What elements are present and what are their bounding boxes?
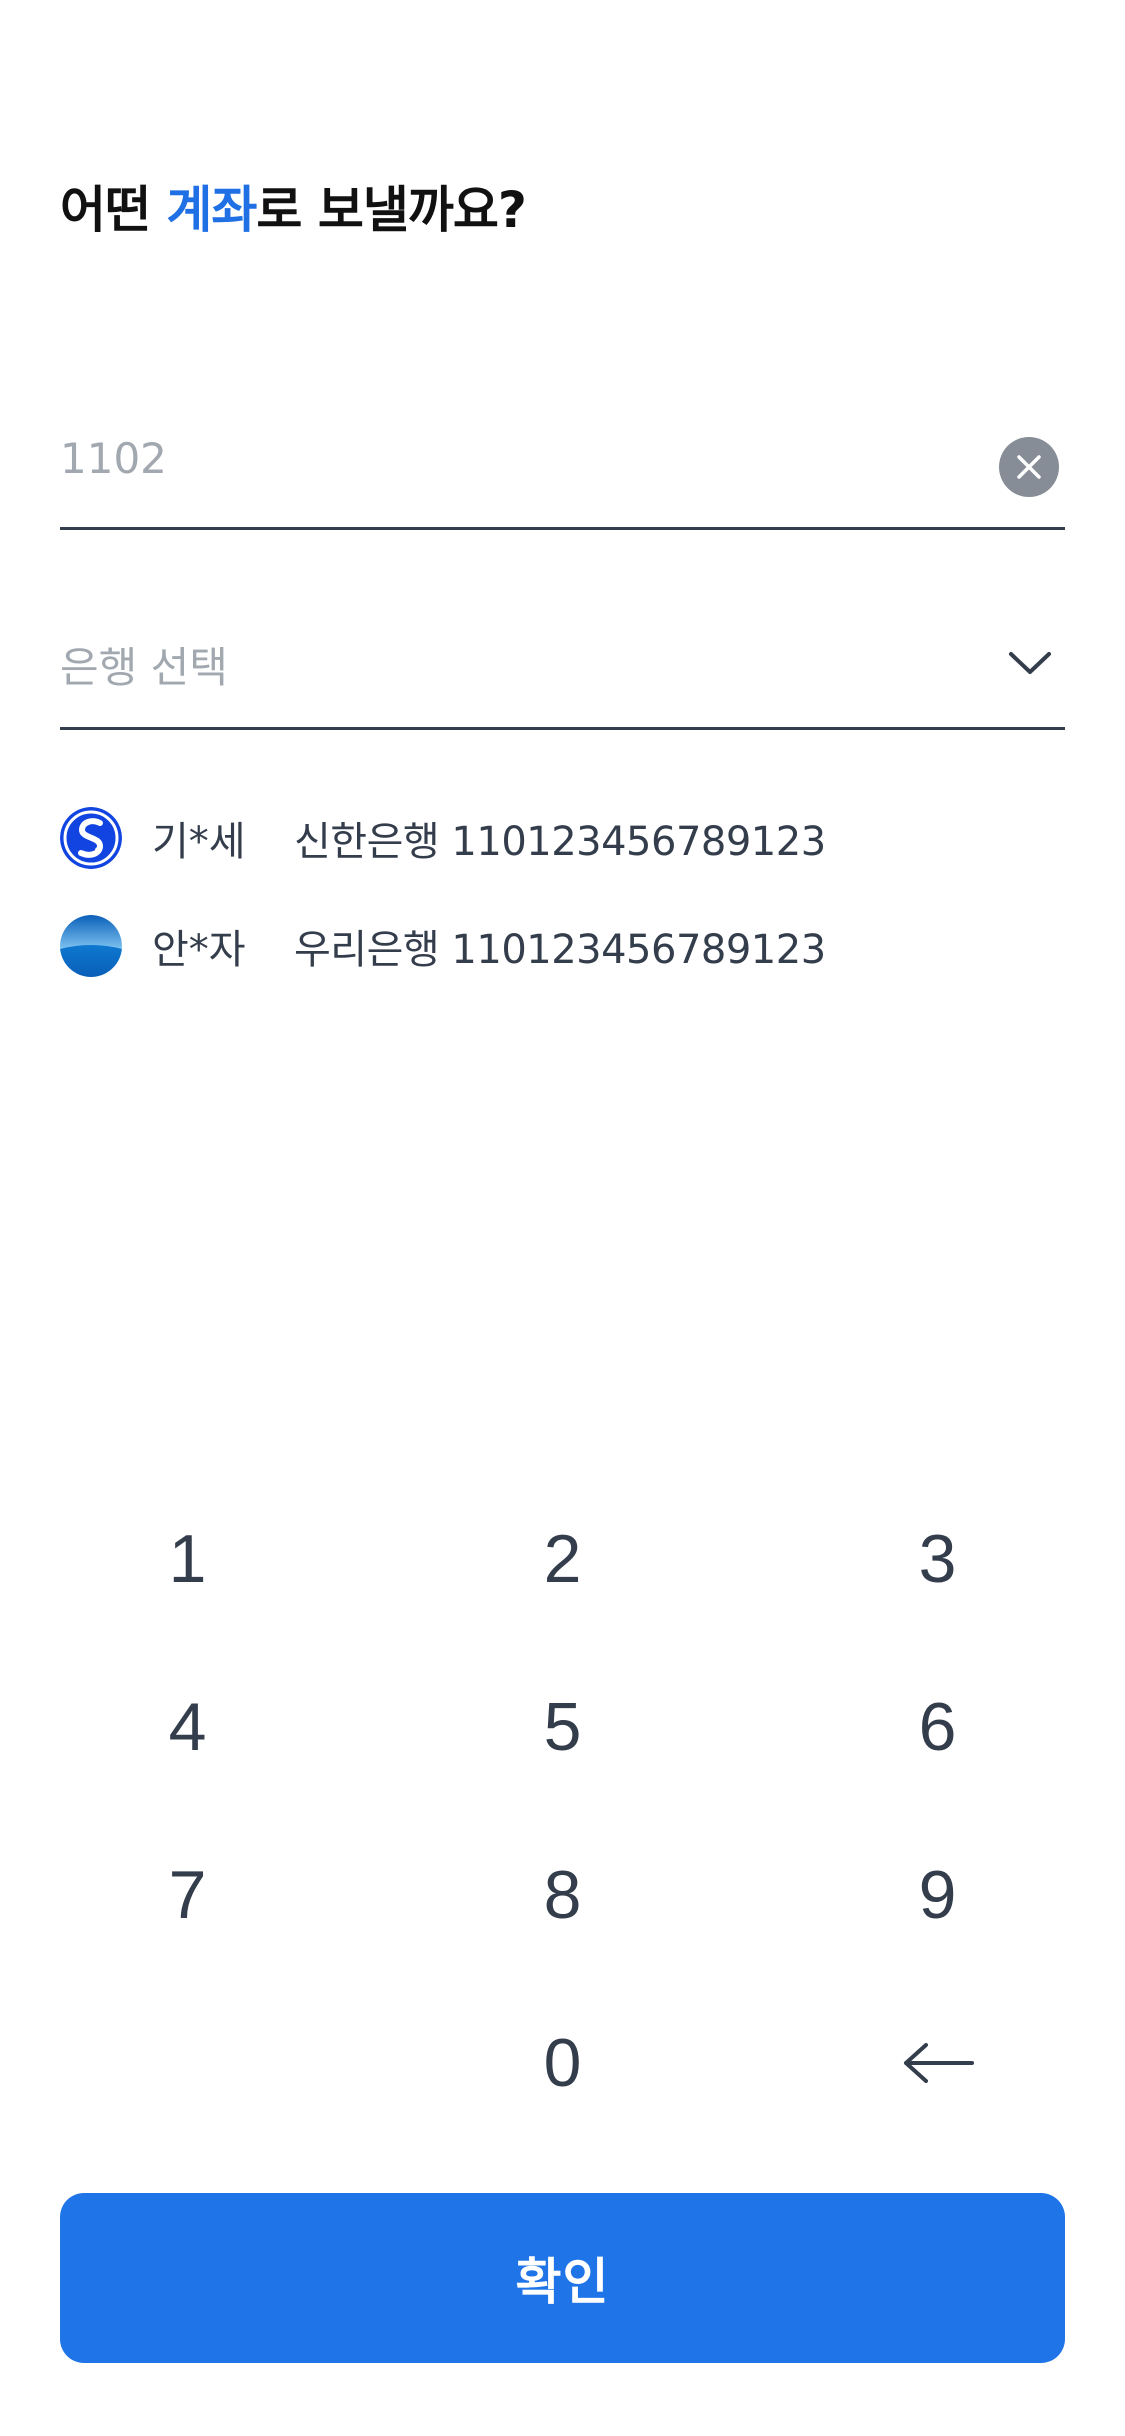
key-4[interactable]: 4 (0, 1643, 375, 1811)
key-8[interactable]: 8 (375, 1811, 750, 1979)
bank-select-dropdown[interactable]: 은행 선택 (60, 630, 1065, 730)
key-empty (0, 1979, 375, 2147)
title-prefix: 어떤 (60, 181, 167, 239)
recent-account-item[interactable]: 안*자 우리은행 110123456789123 (60, 915, 1065, 977)
key-1[interactable]: 1 (0, 1475, 375, 1643)
shinhan-bank-logo (60, 807, 122, 869)
confirm-button[interactable]: 확인 (60, 2193, 1065, 2363)
close-icon (1017, 455, 1041, 479)
key-9[interactable]: 9 (750, 1811, 1125, 1979)
number-keypad: 1 2 3 4 5 6 7 8 9 0 (0, 1475, 1125, 2147)
keypad-row: 7 8 9 (0, 1811, 1125, 1979)
key-6[interactable]: 6 (750, 1643, 1125, 1811)
key-3[interactable]: 3 (750, 1475, 1125, 1643)
keypad-row: 0 (0, 1979, 1125, 2147)
backspace-key[interactable] (750, 1979, 1125, 2147)
backspace-arrow-icon (903, 2043, 974, 2083)
chevron-down-icon[interactable] (1007, 648, 1053, 678)
recent-account-item[interactable]: 기*세 신한은행 110123456789123 (60, 807, 1065, 869)
account-number-input[interactable]: 1102 (60, 434, 167, 483)
key-0[interactable]: 0 (375, 1979, 750, 2147)
bank-select-placeholder: 은행 선택 (60, 643, 228, 692)
title-suffix: 로 보낼까요? (256, 181, 526, 239)
title-accent: 계좌 (166, 181, 257, 239)
bank-account-number: 우리은행 110123456789123 (294, 927, 826, 973)
recipient-name: 기*세 (152, 819, 246, 865)
key-5[interactable]: 5 (375, 1643, 750, 1811)
recipient-name: 안*자 (152, 927, 246, 973)
keypad-row: 1 2 3 (0, 1475, 1125, 1643)
woori-bank-logo (60, 915, 122, 977)
key-2[interactable]: 2 (375, 1475, 750, 1643)
account-number-field[interactable]: 1102 (60, 430, 1065, 530)
keypad-row: 4 5 6 (0, 1643, 1125, 1811)
bank-account-number: 신한은행 110123456789123 (294, 819, 826, 865)
clear-button[interactable] (999, 437, 1059, 497)
page-title: 어떤 계좌로 보낼까요? (60, 170, 527, 242)
recent-accounts-list: 기*세 신한은행 110123456789123 안*자 우리은행 110123… (60, 807, 1065, 1024)
key-7[interactable]: 7 (0, 1811, 375, 1979)
